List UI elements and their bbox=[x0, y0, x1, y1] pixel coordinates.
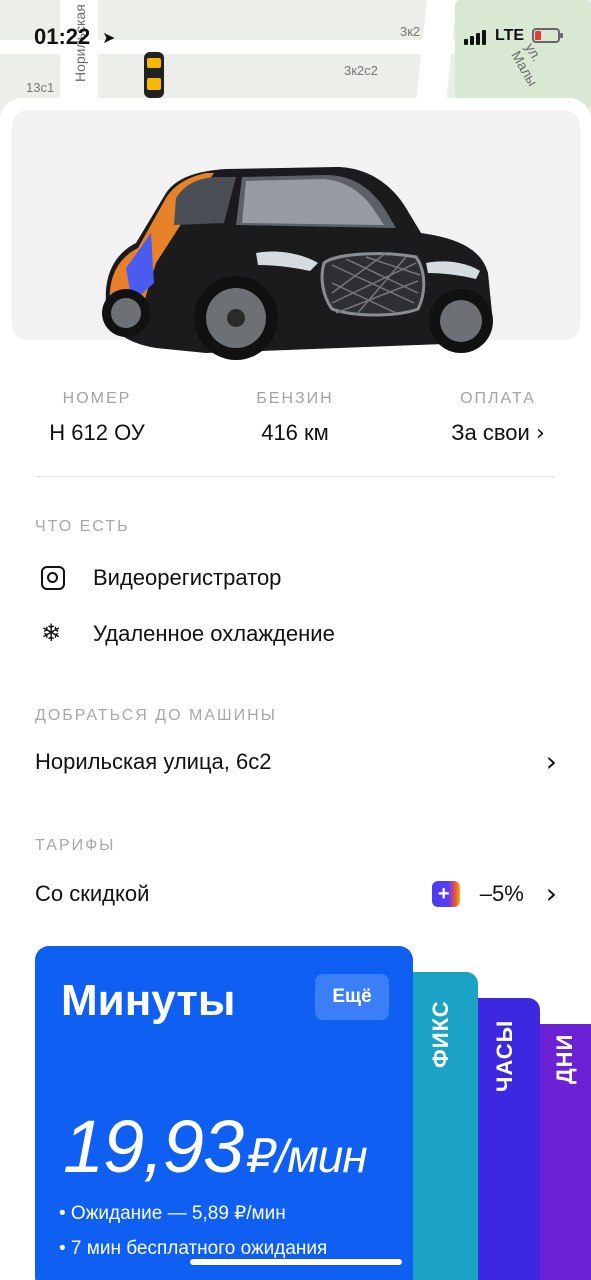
tab-label: ФИКС bbox=[428, 1000, 453, 1068]
chevron-right-icon: › bbox=[545, 745, 557, 778]
payment-value-text: За свои bbox=[451, 420, 530, 445]
feature-dashcam: Видеорегистратор bbox=[35, 564, 281, 592]
network-type: LTE bbox=[495, 27, 525, 44]
tariff-card-minutes[interactable]: Минуты Ещё 19,93₽/мин • Ожидание — 5,89 … bbox=[35, 946, 413, 1280]
chevron-right-icon: › bbox=[535, 421, 545, 446]
number-column: НОМЕР Н 612 ОУ bbox=[40, 390, 154, 446]
price-unit: ₽/мин bbox=[247, 1130, 367, 1182]
location-arrow-icon: ➤ bbox=[102, 30, 116, 47]
map-building-label: 13с1 bbox=[26, 80, 55, 95]
cellular-signal-icon bbox=[464, 30, 486, 45]
payment-column[interactable]: ОПЛАТА За свои › bbox=[440, 390, 556, 446]
feature-remote-cooling: ❄ Удаленное охлаждение bbox=[35, 620, 335, 648]
discount-row[interactable]: Со скидкой + –5% › bbox=[35, 880, 557, 908]
camera-icon bbox=[35, 564, 71, 592]
home-indicator[interactable] bbox=[190, 1259, 402, 1265]
more-button[interactable]: Ещё bbox=[315, 974, 389, 1020]
divider bbox=[35, 476, 556, 477]
snowflake-icon: ❄ bbox=[41, 620, 62, 647]
tariffs-title: ТАРИФЫ bbox=[35, 837, 116, 854]
chevron-right-icon: › bbox=[545, 877, 557, 910]
plus-badge-icon: + bbox=[431, 881, 460, 907]
feature-label: Удаленное охлаждение bbox=[93, 621, 335, 646]
tariff-detail: • Ожидание — 5,89 ₽/мин bbox=[59, 1203, 286, 1224]
feature-label: Видеорегистратор bbox=[93, 565, 282, 590]
fuel-value: 416 км bbox=[261, 420, 329, 445]
status-bar: 01:22 ➤ LTE bbox=[0, 0, 591, 72]
fuel-label: БЕНЗИН bbox=[256, 390, 334, 407]
battery-icon bbox=[532, 28, 563, 43]
tariff-cards: ДНИ ЧАСЫ ФИКС Минуты Ещё 19,93₽/мин • Ож… bbox=[0, 946, 591, 1280]
route-address: Норильская улица, 6с2 bbox=[35, 749, 272, 774]
features-title: ЧТО ЕСТЬ bbox=[35, 518, 130, 535]
tariff-name: Минуты bbox=[61, 976, 236, 1025]
car-image bbox=[102, 167, 493, 360]
plus-badge-text: + bbox=[437, 882, 450, 905]
price-value: 19,93 bbox=[63, 1105, 244, 1188]
tab-label: ДНИ bbox=[552, 1033, 577, 1084]
discount-label: Со скидкой bbox=[35, 881, 150, 906]
tariff-detail: • 7 мин бесплатного ожидания bbox=[59, 1238, 328, 1259]
route-row[interactable]: Норильская улица, 6с2 › bbox=[35, 748, 557, 776]
route-title: ДОБРАТЬСЯ ДО МАШИНЫ bbox=[35, 707, 277, 724]
tariff-price: 19,93₽/мин bbox=[63, 1104, 368, 1189]
payment-label: ОПЛАТА bbox=[460, 390, 536, 407]
discount-value: –5% bbox=[479, 881, 524, 906]
number-label: НОМЕР bbox=[62, 390, 132, 407]
payment-value[interactable]: За свои › bbox=[440, 420, 556, 446]
fuel-column: БЕНЗИН 416 км bbox=[240, 390, 350, 446]
tab-label: ЧАСЫ bbox=[492, 1019, 517, 1092]
number-value: Н 612 ОУ bbox=[49, 420, 145, 445]
status-time: 01:22 bbox=[34, 24, 91, 49]
